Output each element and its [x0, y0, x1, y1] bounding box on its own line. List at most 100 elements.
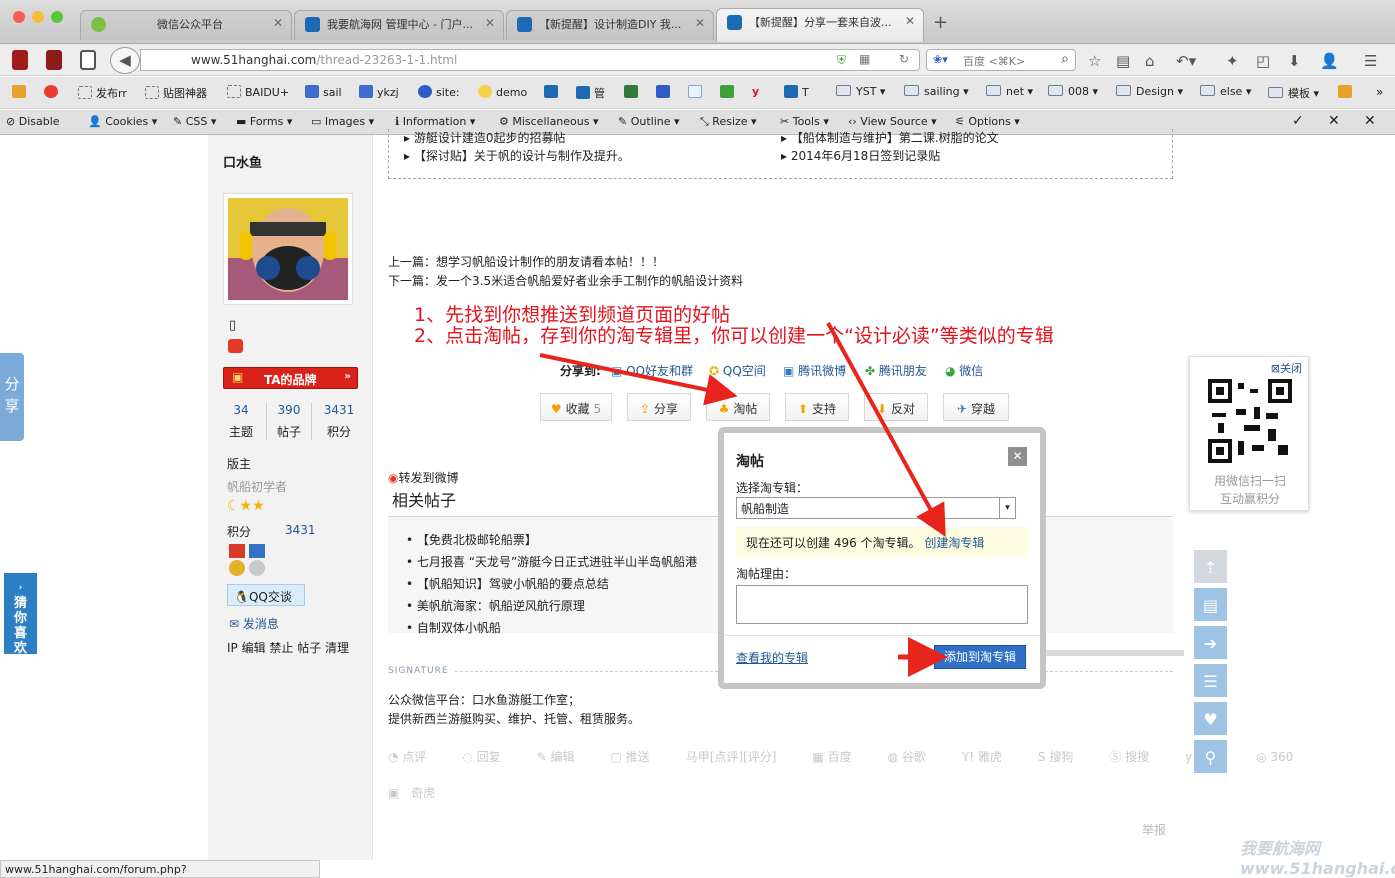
reload-icon[interactable]: ↻ — [899, 52, 909, 66]
bookmark-app-4[interactable] — [624, 85, 642, 99]
folder-icon — [904, 85, 919, 96]
arrow-to-create-album — [826, 322, 946, 538]
wd-label: Resize — [712, 115, 748, 128]
bookmark-item[interactable]: sail — [305, 85, 342, 99]
close-icon[interactable]: ✕ — [1328, 113, 1340, 129]
wd-label: Options — [968, 115, 1011, 128]
search-input[interactable]: ❀▾ 百度 <⌘K> ⌕ — [926, 49, 1076, 71]
wd-images[interactable]: ▭ Images ▾ — [311, 115, 374, 128]
wd-disable[interactable]: ⊘ Disable — [6, 115, 60, 128]
wd-css[interactable]: ✎ CSS ▾ — [173, 115, 216, 128]
wechat-icon — [91, 17, 106, 32]
folder-label: YST — [856, 85, 877, 98]
folder-label: else — [1220, 85, 1243, 98]
folder-design[interactable]: Design ▾ — [1116, 85, 1183, 98]
folder-label: 模板 — [1288, 87, 1310, 100]
menu-icon[interactable]: ☰ — [1364, 52, 1377, 70]
annotation-arrows — [539, 322, 948, 677]
bookmark-app-5[interactable] — [656, 85, 674, 99]
screenshot-icon[interactable]: ◰ — [1256, 52, 1270, 70]
undo-icon[interactable]: ↶▾ — [1176, 52, 1196, 70]
close-tab-icon[interactable]: ✕ — [905, 14, 915, 28]
sail-icon — [359, 85, 373, 98]
user-icon[interactable]: 👤 — [1320, 52, 1339, 70]
url-field[interactable]: www.51hanghai.com/thread-23263-1-1.html … — [140, 49, 920, 71]
wd-cookies[interactable]: 👤 Cookies ▾ — [88, 115, 157, 128]
close-toolbar-icon[interactable]: ✕ — [1364, 113, 1376, 129]
url-host: www.51hanghai.com — [191, 53, 317, 67]
close-tab-icon[interactable]: ✕ — [273, 16, 283, 30]
check-icon[interactable]: ✓ — [1292, 113, 1304, 129]
wd-options[interactable]: ⚟ Options ▾ — [955, 115, 1020, 128]
folder-yst[interactable]: YST ▾ — [836, 85, 885, 98]
bookmark-item[interactable]: site: — [418, 85, 460, 99]
folder-008[interactable]: 008 ▾ — [1048, 85, 1098, 98]
bookmark-item[interactable]: BAIDU+ — [227, 85, 289, 99]
app-icon — [12, 85, 26, 98]
new-tab-button[interactable]: + — [933, 12, 948, 33]
bookmark-app-8[interactable]: y — [752, 85, 759, 98]
bookmark-label: ykzj — [377, 86, 399, 99]
zoom-window-button[interactable] — [51, 11, 63, 23]
folder-icon — [836, 85, 851, 96]
wd-information[interactable]: ℹ Information ▾ — [395, 115, 475, 128]
app-icon — [1338, 85, 1352, 98]
extension-icon[interactable]: ✦ — [1226, 52, 1239, 70]
bookmark-item[interactable]: T — [784, 85, 809, 99]
reading-list-icon[interactable]: ▤ — [1116, 52, 1130, 70]
bookmark-item[interactable]: 贴图神器 — [145, 85, 207, 101]
wd-outline[interactable]: ✎ Outline ▾ — [618, 115, 680, 128]
wd-label: Disable — [18, 115, 60, 128]
baidu-paw-icon: ❀▾ — [933, 53, 948, 66]
bookmark-app-6[interactable] — [688, 85, 706, 99]
bookmark-app-9[interactable] — [1338, 85, 1356, 99]
tab-current[interactable]: 【新提醒】分享一套来自波... ✕ — [716, 8, 924, 42]
folder-net[interactable]: net ▾ — [986, 85, 1033, 98]
code-icon: ‹› — [848, 115, 861, 128]
page-icon — [227, 85, 241, 98]
search-icon[interactable]: ⌕ — [1061, 51, 1069, 67]
minimize-window-button[interactable] — [32, 11, 44, 23]
wd-tools[interactable]: ✂ Tools ▾ — [780, 115, 829, 128]
folder-templates[interactable]: 模板 ▾ — [1268, 85, 1319, 101]
close-window-button[interactable] — [13, 11, 25, 23]
wd-misc[interactable]: ⚙ Miscellaneous ▾ — [499, 115, 599, 128]
nav-bar: ◀ www.51hanghai.com/thread-23263-1-1.htm… — [0, 44, 1395, 76]
exit-icon[interactable] — [80, 50, 96, 70]
yodao-icon: y — [752, 85, 760, 98]
star-icon[interactable]: ☆ — [1088, 52, 1101, 70]
tab-wechat[interactable]: 微信公众平台 ✕ — [80, 10, 292, 40]
bookmark-app-7[interactable] — [720, 85, 738, 99]
close-tab-icon[interactable]: ✕ — [695, 16, 705, 30]
bookmark-item[interactable]: 发布rr — [78, 85, 127, 101]
watermark-text: 我要航海网 www.51hanghai.com — [1240, 839, 1395, 878]
close-tab-icon[interactable]: ✕ — [485, 16, 495, 30]
download-icon[interactable]: ⬇ — [1288, 52, 1301, 70]
bookmark-app-2[interactable] — [44, 85, 62, 99]
tab-diy[interactable]: 【新提醒】设计制造DIY 我... ✕ — [506, 10, 714, 40]
page-content: 分享 › 猜你喜欢 口水鱼 ▯ ▣ TA的品牌 » 34 主题 390 帖子 3… — [0, 129, 1395, 878]
folder-sailing[interactable]: sailing ▾ — [904, 85, 969, 98]
tab-admin[interactable]: 我要航海网 管理中心 - 门户... ✕ — [294, 10, 504, 40]
bookmark-item[interactable]: 管 — [576, 85, 605, 101]
resize-icon: ⤡ — [700, 115, 713, 128]
cookies-icon: 👤 — [88, 115, 106, 128]
wd-view-source[interactable]: ‹› View Source ▾ — [848, 115, 937, 128]
bookmark-app-3[interactable] — [544, 85, 562, 99]
bookmark-item[interactable]: demo — [478, 85, 527, 99]
baidu-paw-icon — [418, 85, 432, 98]
folder-else[interactable]: else ▾ — [1200, 85, 1251, 98]
wd-forms[interactable]: ▬ Forms ▾ — [236, 115, 292, 128]
back-button[interactable]: ◀ — [110, 47, 140, 74]
folder-icon — [1200, 85, 1215, 96]
folder-label: 008 — [1068, 85, 1089, 98]
book-icon[interactable] — [46, 50, 62, 70]
bookmark-app-1[interactable] — [12, 85, 30, 99]
tab-label: 微信公众平台 — [157, 18, 223, 31]
bookmark-red-icon[interactable] — [12, 50, 28, 70]
bookmark-item[interactable]: ykzj — [359, 85, 399, 99]
home-icon[interactable]: ⌂ — [1145, 52, 1155, 70]
more-bookmarks-icon[interactable]: » — [1376, 85, 1383, 99]
qrcode-icon[interactable]: ▦ — [859, 52, 870, 66]
wd-resize[interactable]: ⤡ Resize ▾ — [700, 115, 757, 129]
